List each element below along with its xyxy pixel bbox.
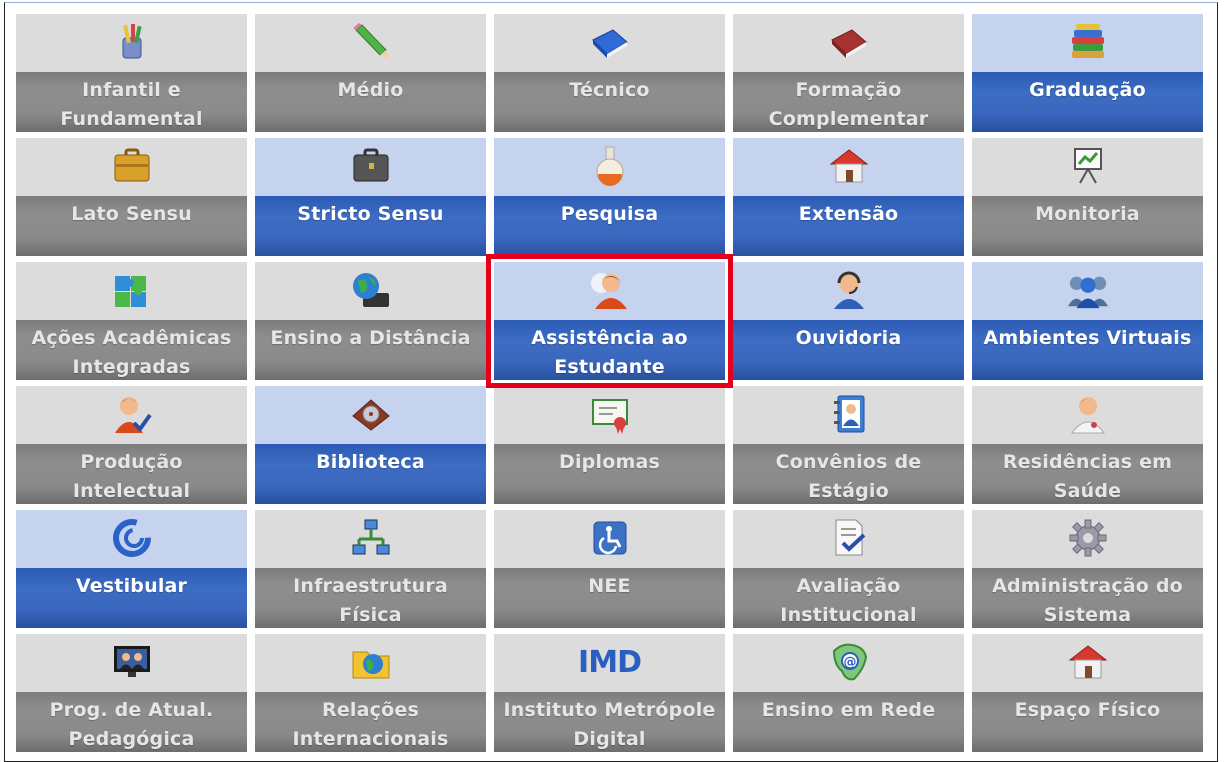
tile-label: Prog. de Atual. Pedagógica — [49, 699, 214, 750]
menu-tile-ensino-em-rede[interactable]: @ Ensino em Rede — [733, 634, 964, 752]
presentation-board-icon — [1066, 144, 1110, 188]
monitor-people-icon — [110, 640, 154, 684]
menu-tile-diplomas[interactable]: Diplomas — [494, 386, 725, 504]
brazil-map-at-icon: @ — [827, 640, 871, 684]
menu-tile-instituto-metropole-digital[interactable]: IMD Instituto Metrópole Digital — [494, 634, 725, 752]
menu-tile-ambientes-virtuais[interactable]: Ambientes Virtuais — [972, 262, 1203, 380]
tile-label: Lato Sensu — [71, 203, 192, 225]
tile-label: Diplomas — [559, 451, 660, 473]
tile-label: Infraestrutura Física — [293, 575, 448, 626]
menu-tile-graduacao[interactable]: Graduação — [972, 14, 1203, 132]
contact-book-icon — [827, 392, 871, 436]
menu-tile-producao-intelectual[interactable]: Produção Intelectual — [16, 386, 247, 504]
tile-label: Ensino em Rede — [761, 699, 936, 721]
tile-label: Relações Internacionais — [292, 699, 449, 750]
menu-tile-convenios-de-estagio[interactable]: Convênios de Estágio — [733, 386, 964, 504]
tile-label: Espaço Físico — [1014, 699, 1161, 721]
imd-logo-text: IMD — [578, 644, 642, 680]
tile-label: Ouvidoria — [795, 327, 902, 349]
menu-tile-administracao-do-sistema[interactable]: Administração do Sistema — [972, 510, 1203, 628]
puzzle-icon — [110, 268, 154, 312]
user-check-icon — [110, 392, 154, 436]
menu-tile-tecnico[interactable]: Técnico — [494, 14, 725, 132]
gear-icon — [1066, 516, 1110, 560]
user-group-icon — [1066, 268, 1110, 312]
tile-label: Stricto Sensu — [297, 203, 444, 225]
house-icon — [1066, 640, 1110, 684]
menu-tile-infraestrutura-fisica[interactable]: Infraestrutura Física — [255, 510, 486, 628]
tile-label: Produção Intelectual — [72, 451, 191, 502]
tile-label: Graduação — [1029, 79, 1146, 101]
tile-label: Médio — [337, 79, 404, 101]
tile-label: Técnico — [569, 79, 650, 101]
tile-label: Vestibular — [75, 575, 188, 597]
menu-tile-extensao[interactable]: Extensão — [733, 138, 964, 256]
tile-label: Administração do Sistema — [992, 575, 1183, 626]
menu-tile-avaliacao-institucional[interactable]: Avaliação Institucional — [733, 510, 964, 628]
tile-label: Monitoria — [1035, 203, 1140, 225]
module-grid: Infantil e Fundamental Médio Técnico Formaç… — [16, 14, 1203, 752]
tile-label: Extensão — [798, 203, 899, 225]
menu-tile-stricto-sensu[interactable]: Stricto Sensu — [255, 138, 486, 256]
imd-logo-icon: IMD — [578, 640, 642, 684]
flask-icon — [588, 144, 632, 188]
tile-label: Pesquisa — [560, 203, 659, 225]
menu-tile-ouvidoria[interactable]: Ouvidoria — [733, 262, 964, 380]
pencil-cup-icon — [110, 20, 154, 64]
house-icon — [827, 144, 871, 188]
doctor-icon — [1066, 392, 1110, 436]
menu-tile-formacao-complementar[interactable]: Formação Complementar — [733, 14, 964, 132]
headset-user-icon — [827, 268, 871, 312]
tile-label: Residências em Saúde — [1002, 451, 1173, 502]
tile-label: Biblioteca — [316, 451, 425, 473]
pencil-icon — [349, 20, 393, 64]
menu-tile-infantil-e-fundamental[interactable]: Infantil e Fundamental — [16, 14, 247, 132]
tile-label: Ações Acadêmicas Integradas — [31, 327, 232, 378]
menu-tile-vestibular[interactable]: Vestibular — [16, 510, 247, 628]
tile-label: Instituto Metrópole Digital — [503, 699, 716, 750]
menu-tile-relacoes-internacionais[interactable]: Relações Internacionais — [255, 634, 486, 752]
tile-label: Avaliação Institucional — [780, 575, 917, 626]
menu-tile-acoes-academicas-integradas[interactable]: Ações Acadêmicas Integradas — [16, 262, 247, 380]
menu-tile-pesquisa[interactable]: Pesquisa — [494, 138, 725, 256]
tile-label: Ambientes Virtuais — [983, 327, 1192, 349]
tile-label: Ensino a Distância — [270, 327, 471, 349]
briefcase-icon — [110, 144, 154, 188]
svg-text:@: @ — [843, 655, 856, 670]
globe-folder-icon — [349, 640, 393, 684]
tile-label: Assistência ao Estudante — [531, 327, 688, 378]
menu-tile-medio[interactable]: Médio — [255, 14, 486, 132]
menu-tile-espaco-fisico[interactable]: Espaço Físico — [972, 634, 1203, 752]
certificate-icon — [588, 392, 632, 436]
menu-tile-biblioteca[interactable]: Biblioteca — [255, 386, 486, 504]
blue-book-icon — [588, 20, 632, 64]
accessibility-icon — [588, 516, 632, 560]
globe-keyboard-icon — [349, 268, 393, 312]
menu-tile-assistencia-ao-estudante[interactable]: Assistência ao Estudante — [486, 254, 733, 388]
tile-label: Infantil e Fundamental — [60, 79, 203, 130]
book-stack-icon — [1066, 20, 1110, 64]
network-icon — [349, 516, 393, 560]
student-user-icon — [588, 268, 632, 312]
dark-briefcase-icon — [349, 144, 393, 188]
tile-label: Convênios de Estágio — [775, 451, 922, 502]
tile-label: Formação Complementar — [768, 79, 929, 130]
menu-tile-residencias-em-saude[interactable]: Residências em Saúde — [972, 386, 1203, 504]
menu-tile-nee[interactable]: NEE — [494, 510, 725, 628]
disc-book-icon — [349, 392, 393, 436]
vestibular-logo-icon — [110, 516, 154, 560]
red-book-icon — [827, 20, 871, 64]
document-check-icon — [827, 516, 871, 560]
menu-tile-prog-de-atual-pedagogica[interactable]: Prog. de Atual. Pedagógica — [16, 634, 247, 752]
menu-tile-monitoria[interactable]: Monitoria — [972, 138, 1203, 256]
menu-tile-lato-sensu[interactable]: Lato Sensu — [16, 138, 247, 256]
menu-tile-ensino-a-distancia[interactable]: Ensino a Distância — [255, 262, 486, 380]
tile-label: NEE — [588, 575, 631, 597]
